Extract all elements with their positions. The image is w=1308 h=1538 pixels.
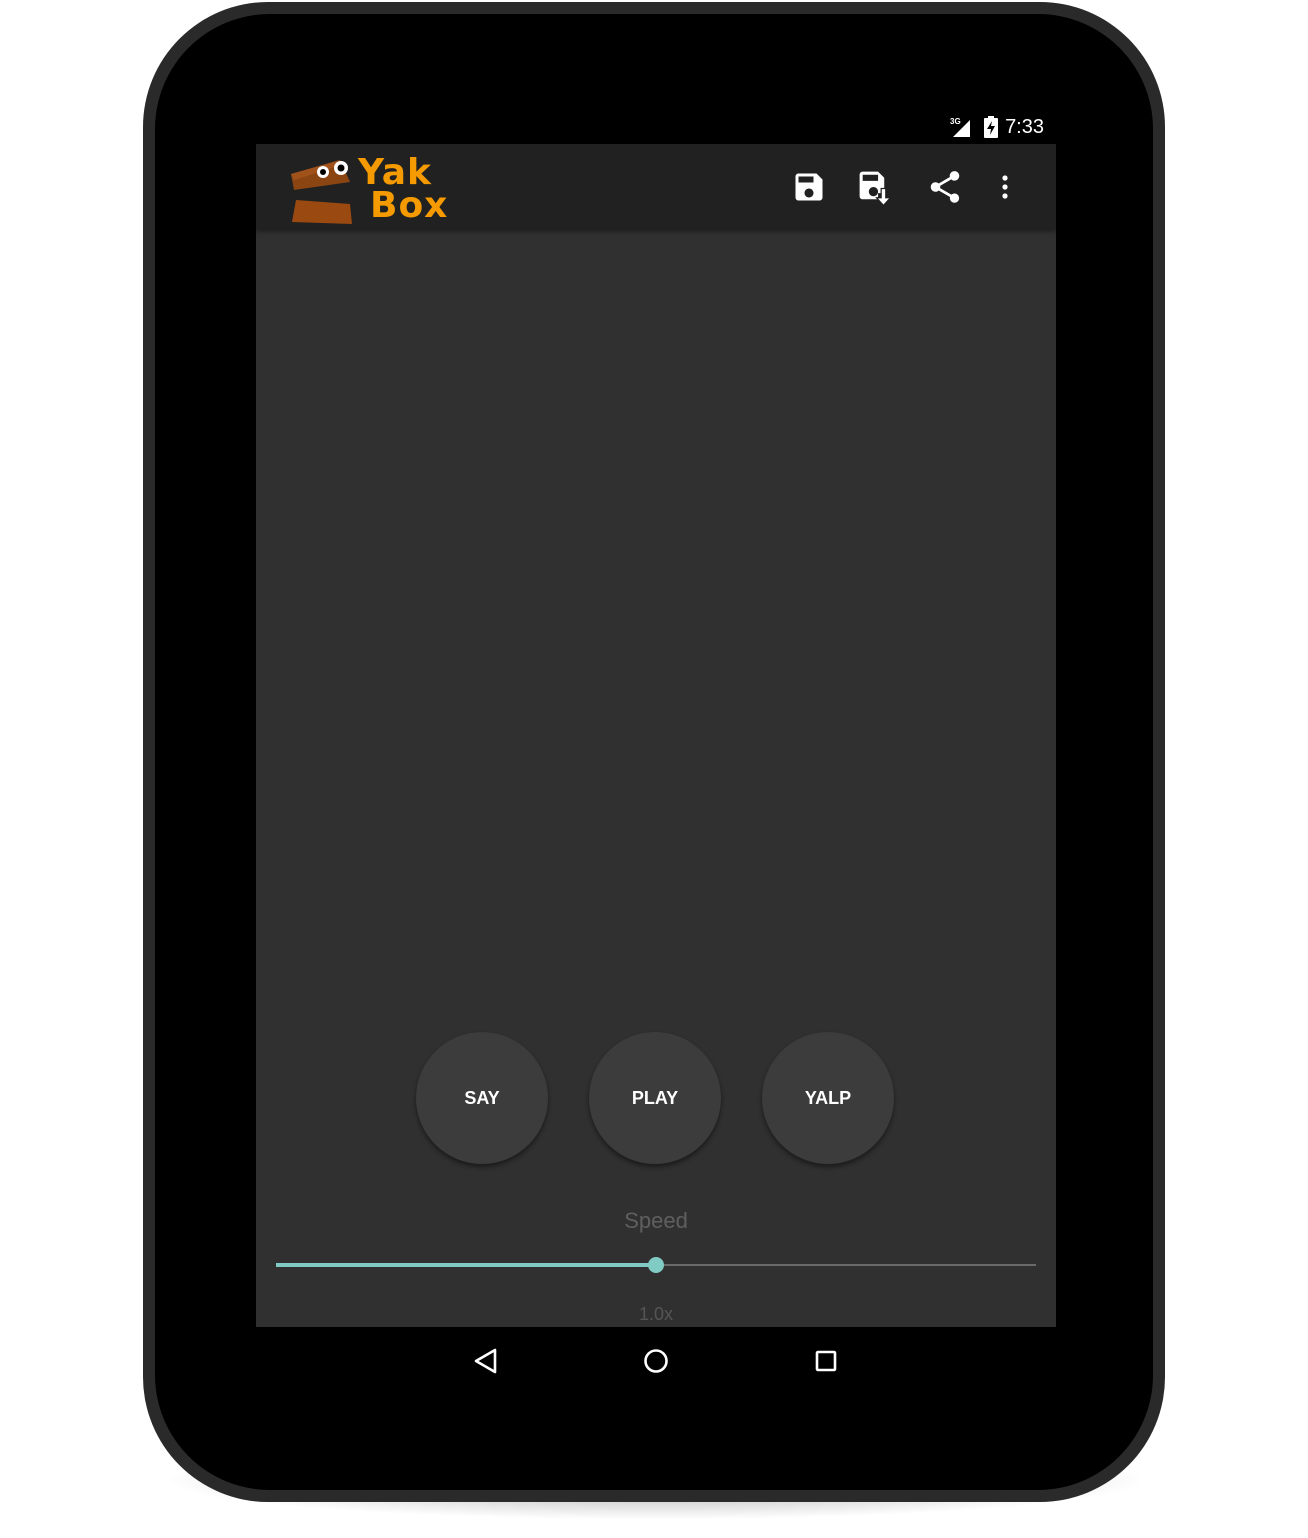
speed-value: 1.0x: [638, 1304, 674, 1324]
save-icon: [795, 173, 823, 201]
logo-text-box: Box: [370, 185, 449, 226]
save-as-icon: [859, 171, 892, 207]
back-button[interactable]: [464, 1339, 508, 1383]
navigation-bar: [256, 1327, 1056, 1393]
clock: 7:33: [1005, 116, 1044, 138]
save-button[interactable]: [786, 164, 832, 210]
save-as-button[interactable]: [852, 164, 898, 210]
app-bar: Yak Box: [256, 144, 1056, 230]
box-mascot-icon: [291, 160, 352, 224]
network-type-label: 3G: [950, 117, 961, 126]
cellular-signal-icon: 3G: [950, 117, 970, 137]
speed-slider[interactable]: [276, 1252, 1036, 1278]
play-button[interactable]: PLAY: [589, 1032, 721, 1164]
status-bar: 3G 7:33: [256, 108, 1056, 144]
recents-square-icon: [815, 1350, 837, 1372]
app-screen: Yak Box SAY PLAY YALP Speed 1.0x: [256, 144, 1056, 1327]
battery-charging-icon: [984, 116, 998, 138]
overflow-menu-button[interactable]: [982, 164, 1028, 210]
control-buttons: SAY PLAY YALP: [256, 1032, 1056, 1166]
slider-thumb[interactable]: [648, 1257, 664, 1273]
overflow-menu-icon: [1002, 175, 1008, 199]
yalp-button[interactable]: YALP: [762, 1032, 894, 1164]
home-circle-icon: [644, 1349, 668, 1373]
home-button[interactable]: [634, 1339, 678, 1383]
back-triangle-icon: [474, 1348, 497, 1374]
recents-button[interactable]: [804, 1339, 848, 1383]
say-button[interactable]: SAY: [416, 1032, 548, 1164]
share-icon: [930, 171, 960, 203]
share-button[interactable]: [922, 164, 968, 210]
speed-label: Speed: [624, 1208, 688, 1233]
yakbox-logo: Yak Box: [288, 152, 458, 224]
slider-fill: [276, 1263, 656, 1267]
